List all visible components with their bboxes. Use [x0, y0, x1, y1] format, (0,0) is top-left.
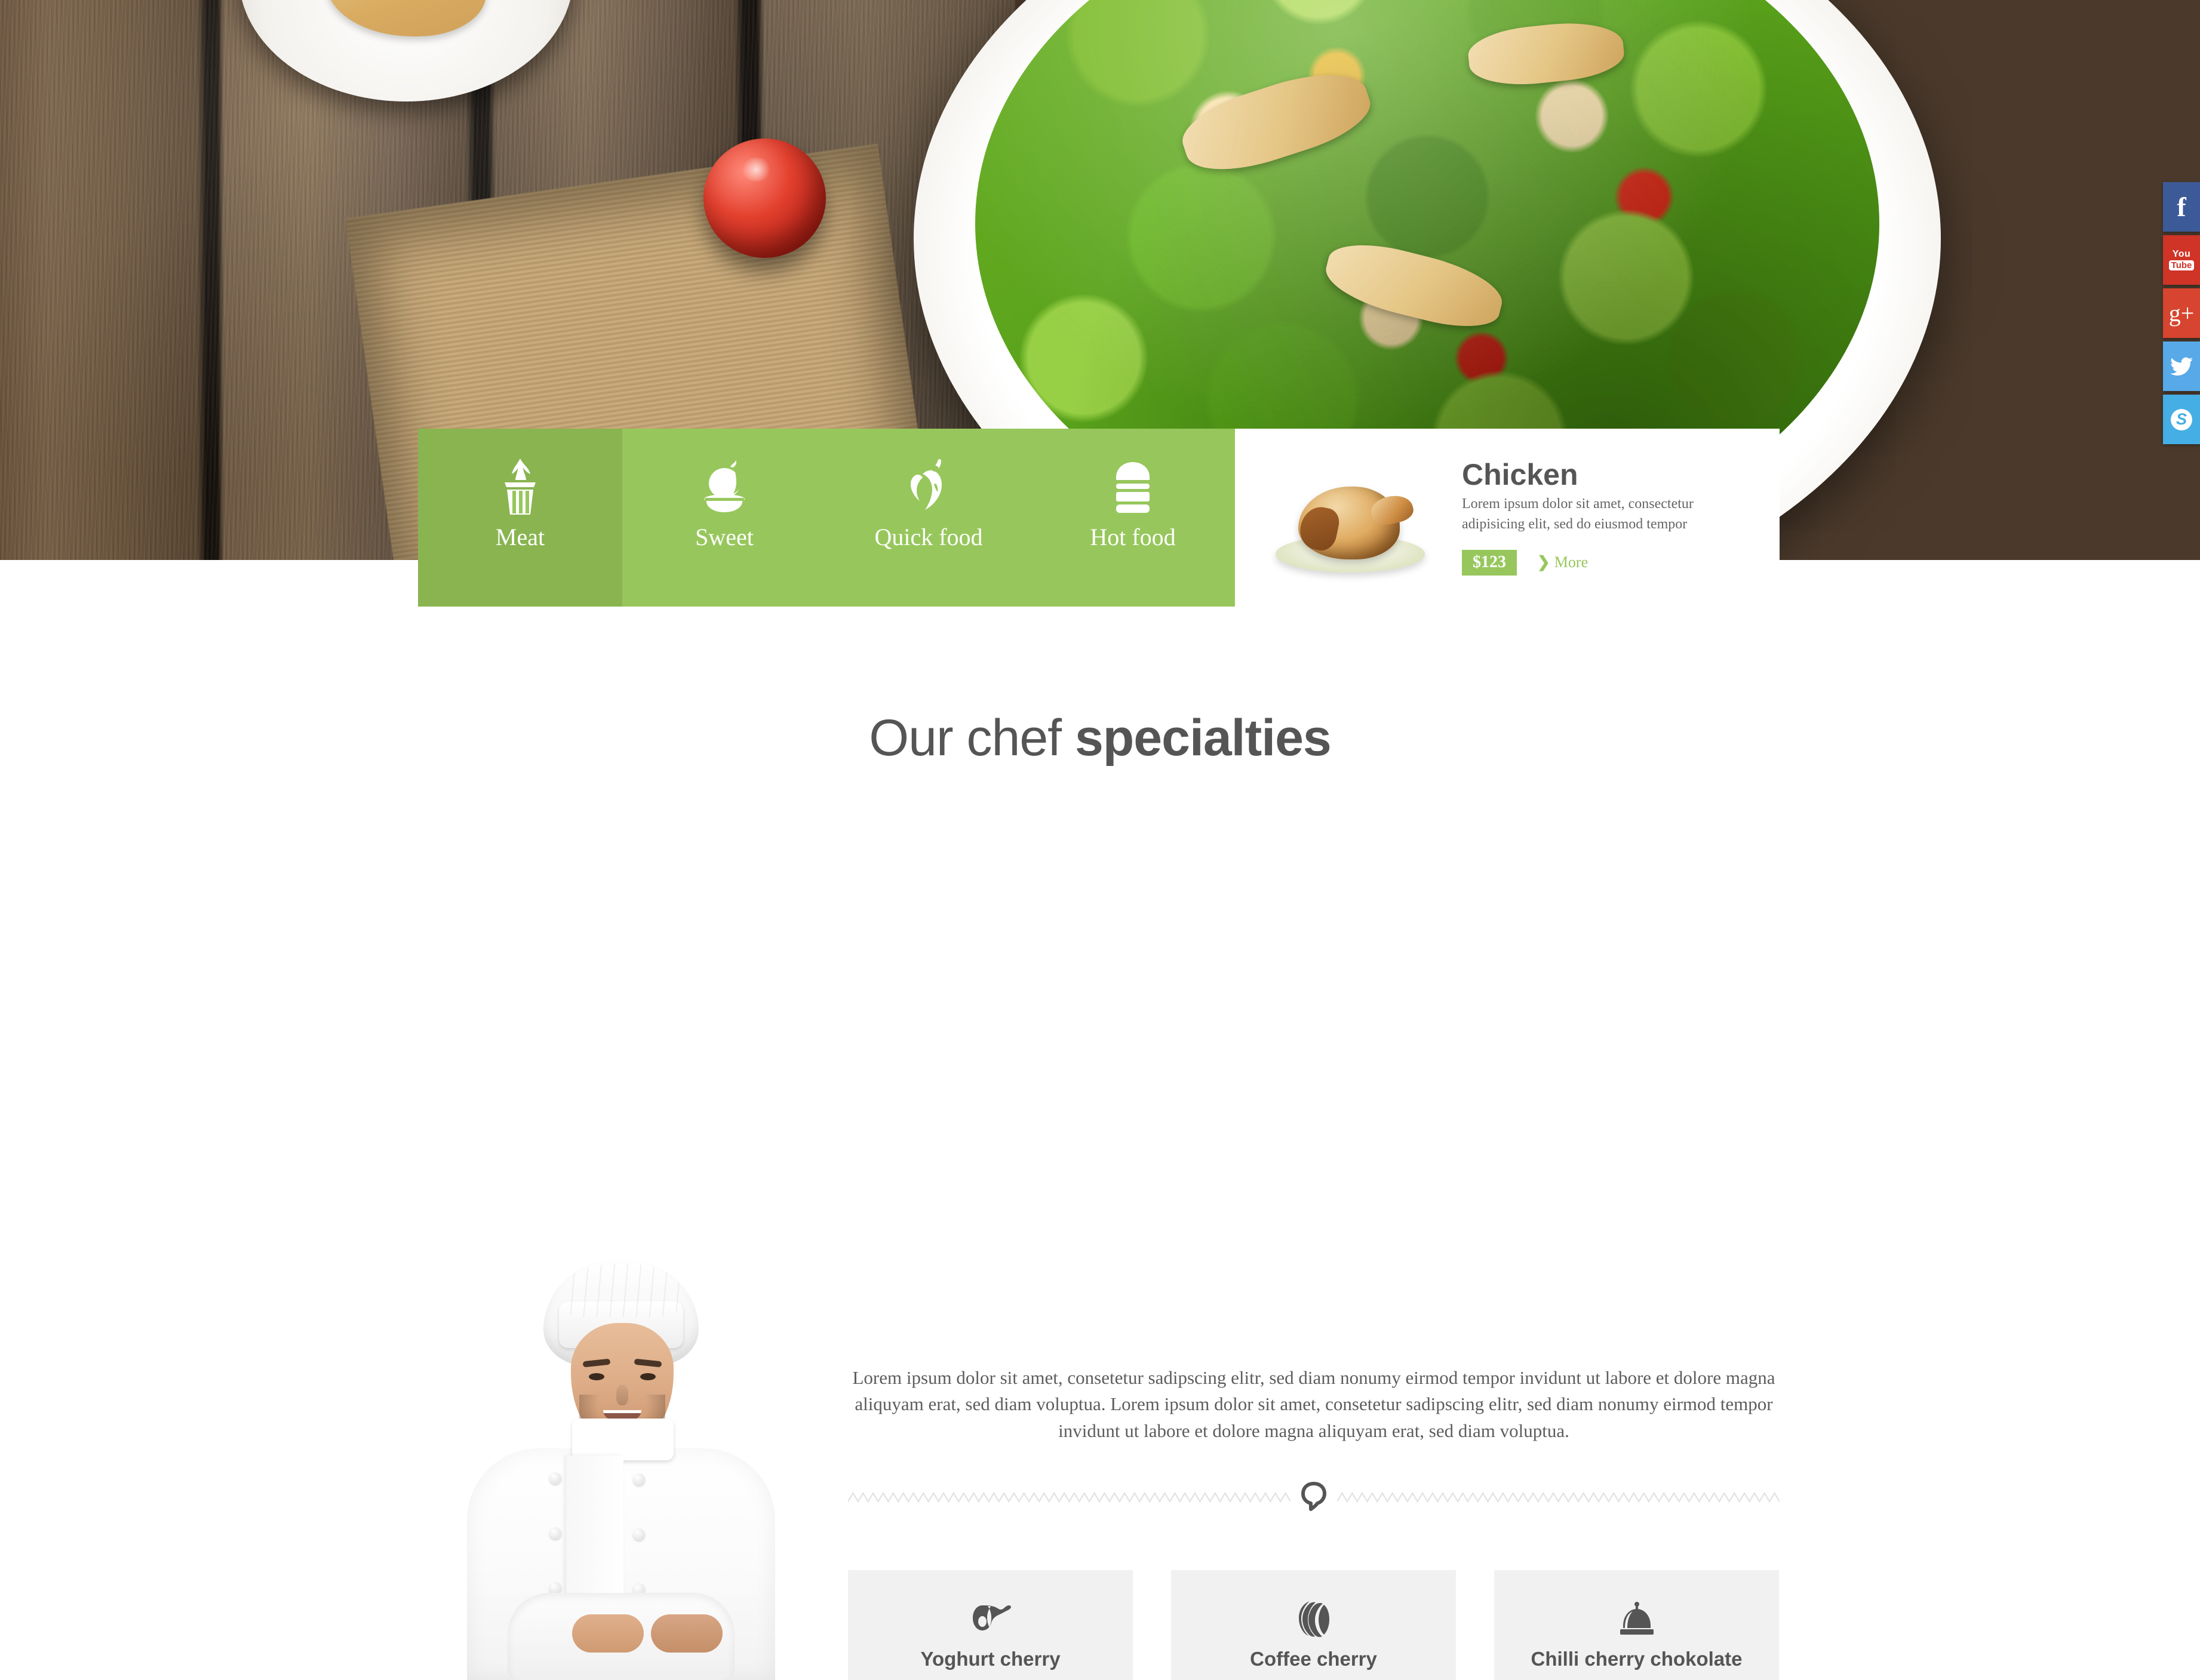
coffee-bean-icon [1295, 1599, 1332, 1639]
googleplus-icon: g+ [2168, 300, 2195, 327]
coat-button [549, 1472, 561, 1484]
roast-chicken-leg [1368, 491, 1416, 528]
category-label: Meat [495, 524, 545, 550]
specialty-card-coffee-cherry[interactable]: Coffee cherry [1171, 1570, 1456, 1680]
page-title-light: Our chef [869, 709, 1075, 767]
chef-collar [572, 1419, 674, 1460]
category-label: Quick food [874, 524, 983, 550]
coat-button [549, 1527, 561, 1539]
category-item-hot-food[interactable]: Hot food [1031, 429, 1235, 607]
chef-specialties-section: Our chef specialties Lorem ipsum dolor s… [0, 560, 2200, 1680]
specialty-card-label: Yoghurt cherry [920, 1648, 1061, 1670]
category-item-sweet[interactable]: Sweet [622, 429, 826, 607]
category-list: Meat Sweet Quick food Hot food [418, 429, 1262, 607]
featured-product-actions: $123 ❯ More [1462, 549, 1725, 576]
category-label: Sweet [695, 524, 754, 550]
category-menu-bar: Meat Sweet Quick food Hot food Chicken L… [418, 429, 1780, 607]
featured-product-image [1264, 458, 1443, 577]
social-link-skype[interactable]: S [2163, 395, 2200, 444]
zigzag-line-right [1337, 1491, 1780, 1503]
chef-eye-right [640, 1373, 656, 1380]
youtube-icon: You Tube [2163, 235, 2200, 285]
category-item-quick-food[interactable]: Quick food [826, 429, 1031, 607]
cupcake-icon [493, 457, 548, 516]
twitter-icon [2163, 341, 2200, 391]
social-link-facebook[interactable]: f [2163, 182, 2200, 232]
chevron-right-icon: ❯ [1537, 553, 1550, 571]
category-item-meat[interactable]: Meat [418, 429, 622, 607]
coat-button [549, 1582, 561, 1594]
social-link-googleplus[interactable]: g+ [2163, 288, 2200, 338]
youtube-icon-line1: You [2172, 249, 2191, 259]
chef-hand-right [651, 1614, 723, 1653]
specialty-card-list: Yoghurt cherry Coffee cherry Chilli cher… [848, 1570, 1780, 1680]
youtube-icon-line2: Tube [2168, 260, 2195, 270]
facebook-icon: f [2177, 191, 2186, 222]
specialty-card-label: Coffee cherry [1250, 1648, 1377, 1670]
chef-eyebrow-left [582, 1358, 611, 1368]
specialty-card-chilli-cherry-chokolate[interactable]: Chilli cherry chokolate [1494, 1570, 1779, 1680]
featured-product-title: Chicken [1462, 458, 1578, 492]
more-link[interactable]: ❯ More [1537, 553, 1588, 571]
speech-bubble-icon [1290, 1479, 1337, 1515]
roast-chicken-icon [697, 457, 752, 516]
chili-pepper-icon [901, 457, 956, 516]
specialty-card-yoghurt-cherry[interactable]: Yoghurt cherry [848, 1570, 1133, 1680]
cloche-icon [1617, 1599, 1657, 1639]
coat-button [633, 1528, 645, 1540]
category-label: Hot food [1090, 524, 1176, 550]
roast-chicken-body [1296, 487, 1416, 559]
cherry-tomato [703, 139, 826, 258]
more-link-label: More [1554, 553, 1588, 571]
featured-product-card: Chicken Lorem ipsum dolor sit amet, cons… [1235, 429, 1780, 607]
specialty-card-label: Chilli cherry chokolate [1531, 1648, 1743, 1670]
page-title-bold: specialties [1074, 709, 1332, 767]
specialties-paragraph: Lorem ipsum dolor sit amet, consetetur s… [852, 1367, 1775, 1441]
featured-product-body: Chicken Lorem ipsum dolor sit amet, cons… [1462, 458, 1725, 576]
chef-eyebrow-right [634, 1358, 662, 1368]
chef-hand-left [572, 1614, 644, 1653]
price-badge: $123 [1462, 549, 1517, 576]
chef-photo [454, 1259, 788, 1680]
social-link-youtube[interactable]: You Tube [2163, 235, 2200, 285]
zigzag-divider [848, 1479, 1780, 1515]
coat-button [633, 1473, 645, 1485]
burger-icon [1105, 457, 1160, 516]
zigzag-line-left [848, 1491, 1290, 1503]
page-title: Our chef specialties [0, 712, 2200, 764]
social-sidebar[interactable]: f You Tube g+ S [2163, 182, 2200, 448]
social-link-twitter[interactable] [2163, 341, 2200, 391]
skype-icon: S [2163, 395, 2200, 444]
featured-product-description: Lorem ipsum dolor sit amet, consectetur … [1462, 496, 1694, 532]
chef-eye-left [589, 1373, 604, 1380]
ham-icon [970, 1599, 1011, 1639]
